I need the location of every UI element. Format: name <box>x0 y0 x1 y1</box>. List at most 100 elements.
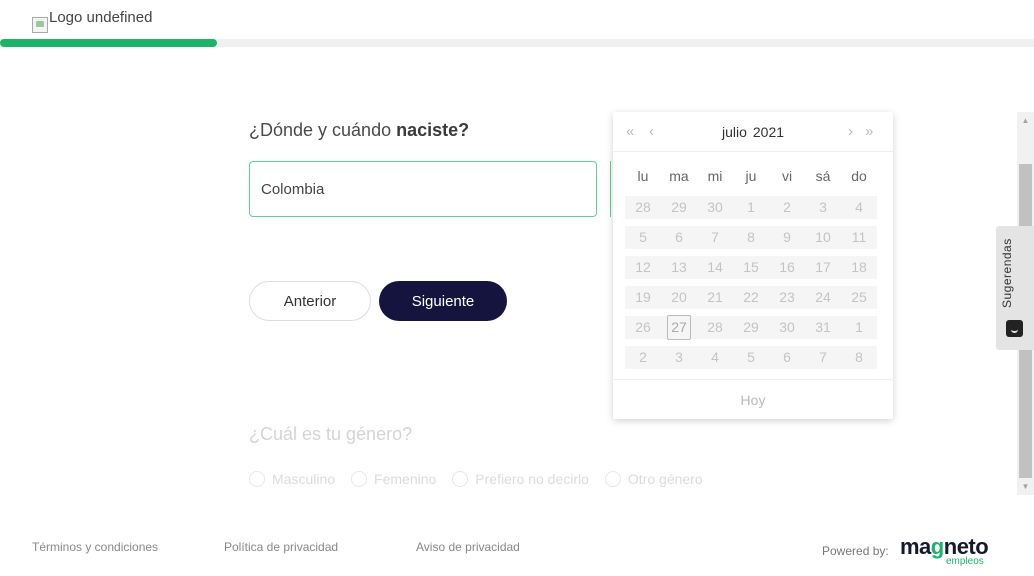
calendar-day[interactable]: 9 <box>769 226 805 249</box>
calendar-day[interactable]: 30 <box>697 196 733 219</box>
next-month-icon[interactable]: › <box>848 123 853 140</box>
progress-fill <box>0 39 218 47</box>
radio-circle-icon <box>351 471 368 487</box>
calendar-day[interactable]: 13 <box>661 256 697 279</box>
calendar-day[interactable]: 2 <box>625 346 661 369</box>
privacy-policy-link[interactable]: Política de privacidad <box>224 540 338 554</box>
previous-button[interactable]: Anterior <box>249 281 371 321</box>
calendar-day[interactable]: 29 <box>661 196 697 219</box>
calendar-day[interactable]: 19 <box>625 286 661 309</box>
calendar-day[interactable]: 25 <box>841 286 877 309</box>
calendar-week-row: 2345678 <box>625 346 877 369</box>
logo-alt-text: Logo undefined <box>49 9 153 26</box>
calendar-day[interactable]: 7 <box>805 346 841 369</box>
gender-option-label: Femenino <box>374 471 437 487</box>
calendar-week-row: 28 29 30 1 2 3 4 <box>625 196 877 219</box>
calendar-day[interactable]: 6 <box>769 346 805 369</box>
brand-name: magneto <box>900 534 989 559</box>
calendar-grid: 28 29 30 1 2 3 4 5 6 7 8 9 10 11 12 13 14 15 16 17 18 19 20 21 2… <box>625 196 877 376</box>
calendar-week-row: 12 13 14 15 16 17 18 <box>625 256 877 279</box>
calendar-day[interactable]: 29 <box>733 316 769 339</box>
calendar-day[interactable]: 8 <box>841 346 877 369</box>
gender-option-prefer-not[interactable]: Prefiero no decirlo <box>452 471 589 487</box>
calendar-day[interactable]: 4 <box>841 196 877 219</box>
gender-option-label: Otro género <box>627 471 703 487</box>
smile-icon <box>1006 320 1023 337</box>
calendar-day[interactable]: 24 <box>805 286 841 309</box>
calendar-day[interactable]: 17 <box>805 256 841 279</box>
weekday-label: ma <box>669 168 689 184</box>
country-input[interactable] <box>249 161 597 217</box>
suggestions-tab[interactable]: Sugerendas <box>996 226 1034 350</box>
calendar-day[interactable]: 31 <box>805 316 841 339</box>
calendar-day[interactable]: 10 <box>805 226 841 249</box>
calendar-day[interactable]: 5 <box>733 346 769 369</box>
progress-bar <box>0 39 1034 47</box>
calendar-week-row: 5 6 7 8 9 10 11 <box>625 226 877 249</box>
weekday-label: lu <box>637 168 649 184</box>
calendar-day[interactable]: 15 <box>733 256 769 279</box>
suggestions-label: Sugerendas <box>1000 238 1014 308</box>
calendar-day[interactable]: 30 <box>769 316 805 339</box>
gender-question: ¿Cuál es tu género? <box>249 424 413 444</box>
calendar-day[interactable]: 11 <box>841 226 877 249</box>
calendar-weekdays: lu ma mi ju vi sá do <box>625 168 877 184</box>
calendar-day[interactable]: 3 <box>661 346 697 369</box>
scroll-up-arrow-icon[interactable]: ▲ <box>1017 112 1034 129</box>
radio-circle-icon <box>452 471 469 487</box>
calendar-year[interactable]: 2021 <box>753 124 784 140</box>
calendar-month[interactable]: julio <box>722 124 747 140</box>
next-button[interactable]: Siguiente <box>379 281 507 321</box>
today-button[interactable]: Hoy <box>613 379 893 419</box>
calendar-day[interactable]: 22 <box>733 286 769 309</box>
calendar-day[interactable]: 4 <box>697 346 733 369</box>
calendar-day[interactable]: 5 <box>625 226 661 249</box>
calendar-week-row: 26 27 28 29 30 31 1 <box>625 315 877 340</box>
broken-image-icon <box>32 17 48 33</box>
weekday-label: ju <box>745 168 757 184</box>
calendar-day[interactable]: 28 <box>625 196 661 219</box>
calendar-day[interactable]: 2 <box>769 196 805 219</box>
calendar-day[interactable]: 14 <box>697 256 733 279</box>
birth-question-prefix: ¿Dónde y cuándo <box>249 120 397 140</box>
magneto-logo: magneto empleos <box>900 534 989 568</box>
gender-option-male[interactable]: Masculino <box>249 471 335 487</box>
calendar-day-today[interactable]: 27 <box>667 315 691 340</box>
calendar-day[interactable]: 23 <box>769 286 805 309</box>
calendar-day[interactable]: 6 <box>661 226 697 249</box>
radio-circle-icon <box>249 471 265 487</box>
date-picker-popup: « ‹ julio 2021 › » lu ma mi ju vi sá do 28 29 30 1… <box>613 112 893 419</box>
privacy-notice-link[interactable]: Aviso de privacidad <box>416 540 520 554</box>
birth-question-bold: naciste? <box>396 120 470 140</box>
terms-link[interactable]: Términos y condiciones <box>32 540 158 554</box>
weekday-label: mi <box>707 168 723 184</box>
calendar-day[interactable]: 18 <box>841 256 877 279</box>
calendar-day[interactable]: 1 <box>733 196 769 219</box>
birth-question: ¿Dónde y cuándo naciste? <box>249 120 469 141</box>
gender-option-other[interactable]: Otro género <box>604 471 703 487</box>
logo: Logo undefined <box>32 9 152 33</box>
calendar-day[interactable]: 20 <box>661 286 697 309</box>
calendar-day[interactable]: 26 <box>625 316 661 339</box>
weekday-label: vi <box>781 168 793 184</box>
next-year-icon[interactable]: » <box>865 123 873 140</box>
calendar-day[interactable]: 8 <box>733 226 769 249</box>
calendar-day[interactable]: 12 <box>625 256 661 279</box>
gender-option-label: Prefiero no decirlo <box>475 471 589 487</box>
calendar-header: « ‹ julio 2021 › » <box>613 112 893 152</box>
weekday-label: do <box>851 168 867 184</box>
scroll-down-arrow-icon[interactable]: ▼ <box>1017 478 1034 495</box>
calendar-day[interactable]: 28 <box>697 316 733 339</box>
weekday-label: sá <box>815 168 831 184</box>
calendar-day[interactable]: 16 <box>769 256 805 279</box>
gender-option-female[interactable]: Femenino <box>351 471 436 487</box>
radio-circle-icon <box>604 471 621 487</box>
brand-sub: empleos <box>946 556 984 567</box>
calendar-day[interactable]: 1 <box>841 316 877 339</box>
calendar-day[interactable]: 7 <box>697 226 733 249</box>
gender-option-label: Masculino <box>272 471 336 487</box>
powered-by-text: Powered by: <box>822 544 889 558</box>
calendar-day[interactable]: 3 <box>805 196 841 219</box>
calendar-day[interactable]: 21 <box>697 286 733 309</box>
gender-options: Masculino Femenino Prefiero no decirlo O… <box>249 471 703 487</box>
